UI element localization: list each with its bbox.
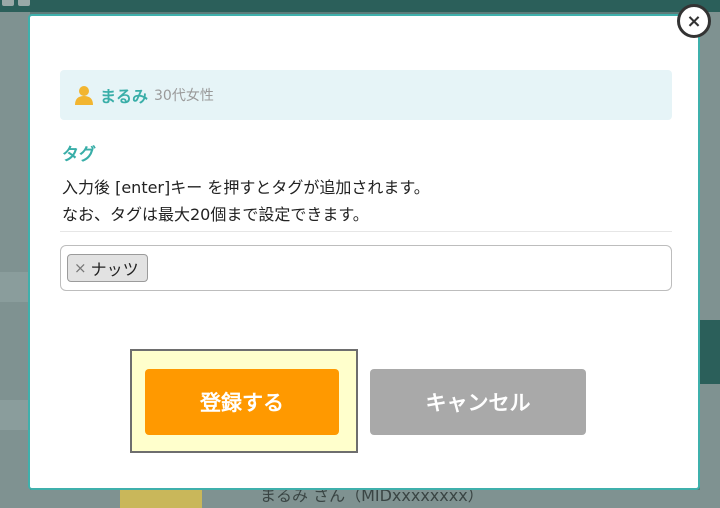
background-header	[0, 0, 720, 12]
background-sidebar-row	[0, 272, 30, 302]
background-sidebar	[0, 12, 30, 508]
user-name: まるみ	[100, 87, 149, 106]
register-button[interactable]: 登録する	[145, 369, 339, 435]
tag-chip: × ナッツ	[67, 254, 148, 282]
help-line: なお、タグは最大20個まで設定できます。	[62, 205, 369, 224]
close-icon[interactable]: ×	[677, 4, 711, 38]
background-avatar	[120, 490, 202, 508]
person-icon	[75, 86, 93, 105]
user-demographic: 30代女性	[154, 88, 214, 104]
tag-text-input[interactable]	[153, 252, 671, 284]
background-window-control	[2, 0, 14, 6]
cancel-button[interactable]: キャンセル	[370, 369, 586, 435]
tag-heading: タグ	[62, 145, 96, 165]
tag-label: ナッツ	[90, 260, 139, 279]
background-user-label: まるみ さん（MIDxxxxxxxx）	[260, 490, 484, 505]
tag-edit-dialog: まるみ 30代女性 タグ 入力後 [enter]キー を押すとタグが追加されます…	[28, 14, 700, 490]
tag-remove-icon[interactable]: ×	[74, 259, 87, 277]
tag-help-text: 入力後 [enter]キー を押すとタグが追加されます。 なお、タグは最大20個…	[62, 174, 430, 228]
background-right-band	[700, 320, 720, 384]
background-list-row: まるみ さん（MIDxxxxxxxx）	[30, 490, 700, 508]
tag-input-field[interactable]: × ナッツ	[60, 245, 672, 291]
background-right-panel	[700, 12, 720, 508]
divider	[60, 231, 672, 232]
background-sidebar-row	[0, 400, 30, 430]
user-info-bar: まるみ 30代女性	[60, 70, 672, 120]
help-line: 入力後 [enter]キー を押すとタグが追加されます。	[62, 178, 430, 197]
background-window-control	[18, 0, 30, 6]
